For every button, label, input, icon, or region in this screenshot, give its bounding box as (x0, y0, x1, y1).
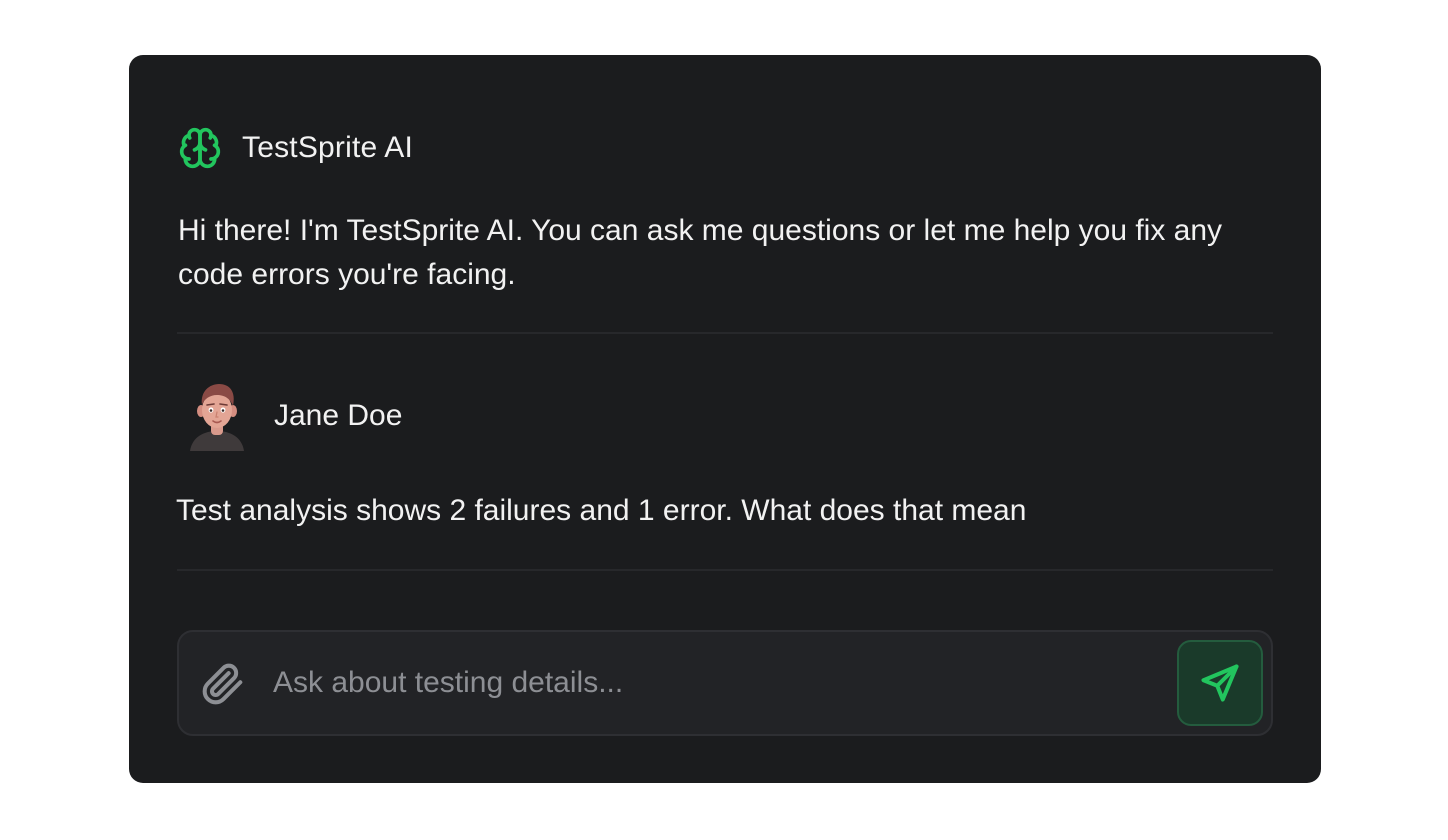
user-header: Jane Doe (184, 381, 402, 451)
message-divider (177, 332, 1273, 334)
assistant-message: Hi there! I'm TestSprite AI. You can ask… (178, 214, 1223, 291)
ask-input[interactable] (273, 658, 1153, 708)
message-divider (177, 569, 1273, 571)
send-button[interactable] (1177, 640, 1263, 726)
avatar (190, 384, 244, 451)
chat-panel: TestSprite AI Hi there! I'm TestSprite A… (129, 55, 1321, 783)
assistant-name: TestSprite AI (242, 131, 414, 164)
user-message: Test analysis shows 2 failures and 1 err… (176, 494, 1027, 527)
paperclip-icon[interactable] (201, 662, 245, 706)
assistant-header: TestSprite AI (178, 125, 413, 171)
send-icon (1198, 661, 1242, 705)
brain-icon (178, 126, 222, 170)
user-name: Jane Doe (274, 399, 403, 432)
message-composer (177, 630, 1273, 736)
